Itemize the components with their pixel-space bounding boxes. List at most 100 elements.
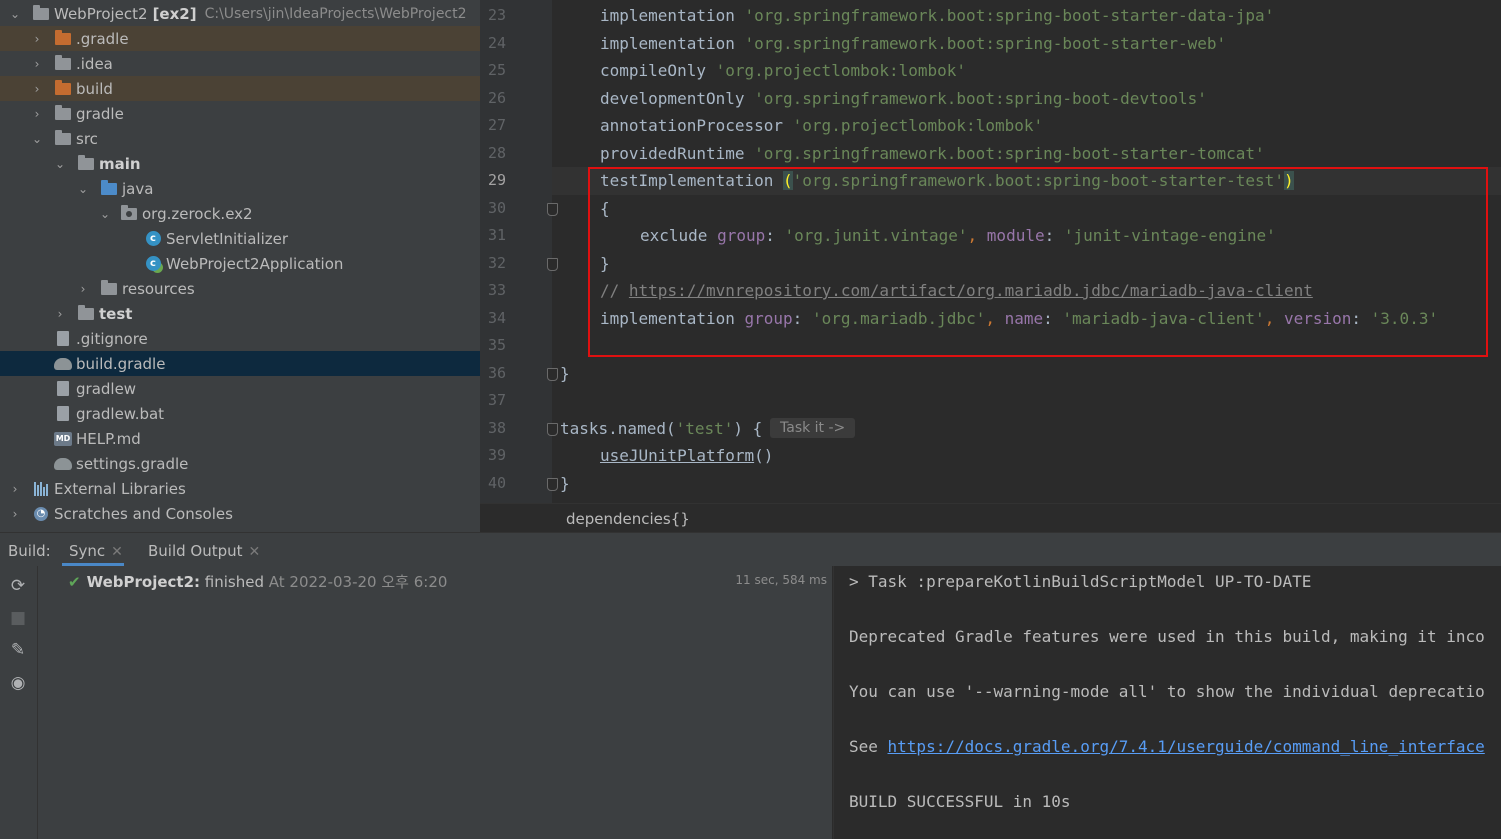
tree-item-dot-gradle[interactable]: › .gradle xyxy=(0,26,480,51)
tree-item-root[interactable]: ⌄ WebProject2 [ex2] C:\Users\jin\IdeaPro… xyxy=(0,1,480,26)
code-line-26: developmentOnly 'org.springframework.boo… xyxy=(600,89,1207,108)
line-number-current: 29 xyxy=(487,171,506,189)
pin-icon[interactable]: ✎ xyxy=(8,640,28,660)
tree-item-gradlew-bat[interactable]: gradlew.bat xyxy=(0,401,480,426)
line-number: 38 xyxy=(487,419,506,437)
chevron-right-icon[interactable]: › xyxy=(76,276,90,301)
tree-item-label: src xyxy=(76,129,98,148)
tree-item-application[interactable]: c WebProject2Application xyxy=(0,251,480,276)
tree-item-scratches[interactable]: › ◔ Scratches and Consoles xyxy=(0,501,480,526)
code-line-27: annotationProcessor 'org.projectlombok:l… xyxy=(600,116,1044,135)
chevron-right-icon[interactable]: › xyxy=(30,76,44,101)
tree-item-package[interactable]: ⌄ org.zerock.ex2 xyxy=(0,201,480,226)
build-console-output[interactable]: > Task :prepareKotlinBuildScriptModel UP… xyxy=(833,566,1501,839)
code-line-39: useJUnitPlatform() xyxy=(600,446,774,465)
tree-item-label: External Libraries xyxy=(54,479,186,498)
fold-marker-icon[interactable] xyxy=(547,368,558,381)
success-check-icon: ✔ xyxy=(68,573,81,591)
close-icon[interactable]: ✕ xyxy=(249,544,261,560)
tree-item-label: .gitignore xyxy=(76,329,148,348)
code-line-24: implementation 'org.springframework.boot… xyxy=(600,34,1227,53)
tree-item-build-gradle[interactable]: build.gradle xyxy=(0,351,480,376)
tree-item-label: WebProject2Application xyxy=(166,254,344,273)
tree-item-settings-gradle[interactable]: settings.gradle xyxy=(0,451,480,476)
chevron-down-icon[interactable]: ⌄ xyxy=(98,201,112,226)
tree-item-label: settings.gradle xyxy=(76,454,189,473)
tab-build-output[interactable]: Build Output ✕ xyxy=(148,542,260,560)
tree-item-main[interactable]: ⌄ main xyxy=(0,151,480,176)
tree-item-external-libraries[interactable]: › External Libraries xyxy=(0,476,480,501)
chevron-right-icon[interactable]: › xyxy=(30,26,44,51)
line-number: 37 xyxy=(487,391,506,409)
tree-item-dot-idea[interactable]: › .idea xyxy=(0,51,480,76)
fold-marker-icon[interactable] xyxy=(547,423,558,436)
highlight-box xyxy=(588,167,1488,357)
tree-item-label: ServletInitializer xyxy=(166,229,289,248)
source-root-folder-icon xyxy=(77,154,95,172)
folder-icon xyxy=(54,129,72,147)
tree-item-label: test xyxy=(99,304,133,323)
tree-item-gitignore[interactable]: .gitignore xyxy=(0,326,480,351)
line-number: 33 xyxy=(487,281,506,299)
tree-item-resources[interactable]: › resources xyxy=(0,276,480,301)
root-project-path: C:\Users\jin\IdeaProjects\WebProject2 xyxy=(204,5,467,22)
docs-link[interactable]: https://docs.gradle.org/7.4.1/userguide/… xyxy=(888,737,1485,756)
code-line-40: } xyxy=(560,474,570,493)
chevron-right-icon[interactable]: › xyxy=(30,101,44,126)
build-toolbar: ⟳ ■ ✎ ◉ xyxy=(0,566,38,839)
close-icon[interactable]: ✕ xyxy=(111,544,123,560)
chevron-right-icon[interactable]: › xyxy=(8,476,22,501)
build-tool-header: Build: Sync ✕ Build Output ✕ xyxy=(0,532,1501,566)
stop-icon[interactable]: ■ xyxy=(8,608,28,628)
tree-item-servlet-initializer[interactable]: c ServletInitializer xyxy=(0,226,480,251)
sync-duration: 11 sec, 584 ms xyxy=(735,573,827,587)
tree-item-build[interactable]: › build xyxy=(0,76,480,101)
inlay-hint: Task it -> xyxy=(770,418,856,438)
chevron-down-icon[interactable]: ⌄ xyxy=(8,1,22,26)
code-line-23: implementation 'org.springframework.boot… xyxy=(600,6,1275,25)
tree-item-test[interactable]: › test xyxy=(0,301,480,326)
fold-marker-icon[interactable] xyxy=(547,478,558,491)
console-line: BUILD SUCCESSFUL in 10s xyxy=(849,792,1071,811)
line-number-gutter: 23 24 25 26 27 28 29 30 31 32 33 34 35 3… xyxy=(480,0,558,503)
gradle-icon xyxy=(54,356,72,372)
line-number: 35 xyxy=(487,336,506,354)
chevron-down-icon[interactable]: ⌄ xyxy=(30,126,44,151)
sync-project-name: WebProject2: xyxy=(86,573,201,591)
scratches-icon: ◔ xyxy=(32,506,50,522)
chevron-right-icon[interactable]: › xyxy=(30,51,44,76)
tree-item-label: Scratches and Consoles xyxy=(54,504,233,523)
console-line: Deprecated Gradle features were used in … xyxy=(849,627,1485,646)
project-tool-window: ⌄ WebProject2 [ex2] C:\Users\jin\IdeaPro… xyxy=(0,0,480,532)
breadcrumb-item[interactable]: dependencies{} xyxy=(566,510,690,528)
tree-item-label: gradle xyxy=(76,104,124,123)
chevron-down-icon[interactable]: ⌄ xyxy=(53,151,67,176)
tree-item-gradlew[interactable]: gradlew xyxy=(0,376,480,401)
text-file-icon xyxy=(54,406,72,422)
tab-sync[interactable]: Sync ✕ xyxy=(69,542,123,560)
line-number: 24 xyxy=(487,34,506,52)
sync-icon[interactable]: ⟳ xyxy=(8,576,28,596)
line-number: 34 xyxy=(487,309,506,327)
sync-tree-panel: ✔ WebProject2: finished At 2022-03-20 오후 … xyxy=(38,566,832,839)
sync-result-row[interactable]: ✔ WebProject2: finished At 2022-03-20 오후 … xyxy=(68,571,447,592)
root-module-name: [ex2] xyxy=(152,4,197,23)
tree-item-help-md[interactable]: MD HELP.md xyxy=(0,426,480,451)
chevron-right-icon[interactable]: › xyxy=(8,501,22,526)
tree-item-gradle[interactable]: › gradle xyxy=(0,101,480,126)
fold-marker-icon[interactable] xyxy=(547,258,558,271)
line-number: 28 xyxy=(487,144,506,162)
build-label: Build: xyxy=(8,542,51,560)
console-line: You can use '--warning-mode all' to show… xyxy=(849,682,1485,701)
tree-item-java[interactable]: ⌄ java xyxy=(0,176,480,201)
sync-status: finished xyxy=(204,573,264,591)
line-number: 36 xyxy=(487,364,506,382)
tree-item-src[interactable]: ⌄ src xyxy=(0,126,480,151)
tree-item-label: java xyxy=(122,179,154,198)
chevron-right-icon[interactable]: › xyxy=(53,301,67,326)
fold-marker-icon[interactable] xyxy=(547,203,558,216)
line-number: 32 xyxy=(487,254,506,272)
eye-icon[interactable]: ◉ xyxy=(8,673,28,693)
chevron-down-icon[interactable]: ⌄ xyxy=(76,176,90,201)
line-number: 31 xyxy=(487,226,506,244)
